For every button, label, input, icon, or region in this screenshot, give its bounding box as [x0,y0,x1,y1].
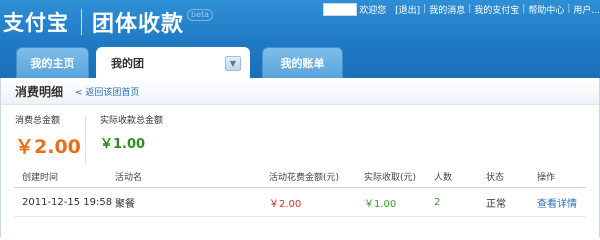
total-spent-value: ￥2.00 [15,136,81,158]
nav-separator: | [423,4,427,14]
logout-link[interactable]: [退出] [395,3,420,16]
section-header: 消费明细 < 返回该团首页 [1,79,599,105]
cost-cell: ￥2.00 [269,198,302,210]
app-header: 支付宝 团体收款 beta 欢迎您 [退出] | 我的消息 | 我的支付宝 | … [0,0,600,78]
alipay-logo[interactable]: 支付宝 [3,7,71,37]
consumption-table: 创建时间 活动名 活动花费金额(元) 实际收取(元) 人数 状态 操作 2011… [14,166,586,217]
my-messages-link[interactable]: 我的消息 [429,3,465,16]
total-received-block: 实际收款总金额 ￥1.00 [85,116,200,166]
status-cell: 正常 [486,198,506,210]
more-link[interactable]: 用户... [573,3,600,16]
col-people: 人数 [434,173,453,183]
col-actions: 操作 [537,173,556,183]
col-cost: 活动花费金额(元) [269,173,340,183]
summary-panel: 消费总金额 ￥2.00 实际收款总金额 ￥1.00 [15,116,200,166]
col-activity: 活动名 [115,173,143,183]
product-title: 团体收款 [92,12,185,37]
received-cell: ￥1.00 [364,198,397,210]
welcome-text: 欢迎您 [359,5,387,16]
tab-label: 我的团 [111,57,144,70]
logo-divider [81,9,82,35]
main-panel: 消费明细 < 返回该团首页 消费总金额 ￥2.00 实际收款总金额 ￥1.00 … [0,78,600,237]
nav-separator: | [522,4,526,14]
back-to-group-link[interactable]: < 返回该团首页 [75,85,139,98]
table-header: 创建时间 活动名 活动花费金额(元) 实际收取(元) 人数 状态 操作 [14,166,586,188]
total-received-label: 实际收款总金额 [100,116,164,126]
nav-separator [389,4,392,14]
table-row: 2011-12-15 19:58 聚餐 ￥2.00 ￥1.00 2 正常 查看详… [14,188,586,217]
beta-badge: beta [187,9,214,21]
people-count-cell: 2 [434,196,441,208]
top-nav: 欢迎您 [退出] | 我的消息 | 我的支付宝 | 帮助中心 | 用户... [323,2,600,16]
total-spent-label: 消费总金额 [15,116,61,126]
help-center-link[interactable]: 帮助中心 [528,3,564,16]
section-title: 消费明细 [15,85,64,99]
tab-my-group[interactable]: 我的团 ▼ [96,47,250,78]
created-time-cell: 2011-12-15 19:58 [22,196,113,208]
my-alipay-link[interactable]: 我的支付宝 [474,3,519,16]
tab-my-bills[interactable]: 我的账单 [262,47,343,78]
main-tabs: 我的主页 我的团 ▼ 我的账单 [0,47,600,78]
total-received-value: ￥1.00 [100,137,146,152]
nav-separator: | [468,4,472,14]
username-placeholder [323,2,358,16]
tab-label: 我的账单 [280,57,325,70]
activity-name-cell: 聚餐 [115,198,135,210]
brand-area: 支付宝 团体收款 beta [3,4,214,40]
nav-separator: | [567,4,571,14]
view-details-link[interactable]: 查看详情 [537,188,577,216]
col-received: 实际收取(元) [364,173,417,183]
chevron-down-icon[interactable]: ▼ [225,56,241,71]
tab-label: 我的主页 [30,57,75,70]
total-spent-block: 消费总金额 ￥2.00 [15,116,85,166]
col-created-time: 创建时间 [22,173,59,183]
tab-home[interactable]: 我的主页 [16,47,89,78]
col-status: 状态 [486,173,505,183]
